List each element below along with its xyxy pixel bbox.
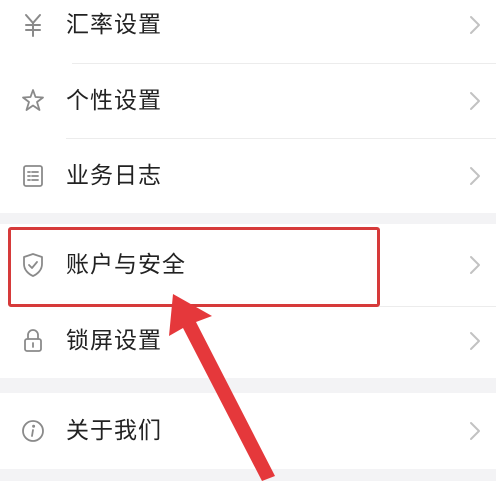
sparkle-star-icon <box>18 86 48 116</box>
menu-item-label: 锁屏设置 <box>66 328 162 354</box>
yen-currency-icon <box>18 10 48 40</box>
chevron-right-icon <box>470 332 480 350</box>
settings-group-general: 汇率设置 个性设置 业务日志 <box>0 0 496 213</box>
padlock-icon <box>18 326 48 356</box>
menu-item-label: 业务日志 <box>66 163 162 189</box>
menu-item-exchange-rate[interactable]: 汇率设置 <box>0 0 496 62</box>
menu-item-label: 汇率设置 <box>66 12 162 38</box>
chevron-right-icon <box>470 92 480 110</box>
chevron-right-icon <box>470 256 480 274</box>
settings-group-about: 关于我们 <box>0 393 496 469</box>
document-list-icon <box>18 161 48 191</box>
menu-item-label: 关于我们 <box>66 418 162 444</box>
settings-screen: 汇率设置 个性设置 业务日志 账户与安全 锁屏设置 关于我们 <box>0 0 496 481</box>
info-circle-icon <box>18 416 48 446</box>
menu-item-label: 个性设置 <box>66 88 162 114</box>
chevron-right-icon <box>470 167 480 185</box>
menu-item-about-us[interactable]: 关于我们 <box>0 394 496 468</box>
highlight-box <box>8 227 380 307</box>
menu-item-lock-screen[interactable]: 锁屏设置 <box>0 304 496 378</box>
menu-item-personalization[interactable]: 个性设置 <box>0 64 496 138</box>
menu-item-business-log[interactable]: 业务日志 <box>0 139 496 213</box>
chevron-right-icon <box>470 16 480 34</box>
chevron-right-icon <box>470 422 480 440</box>
